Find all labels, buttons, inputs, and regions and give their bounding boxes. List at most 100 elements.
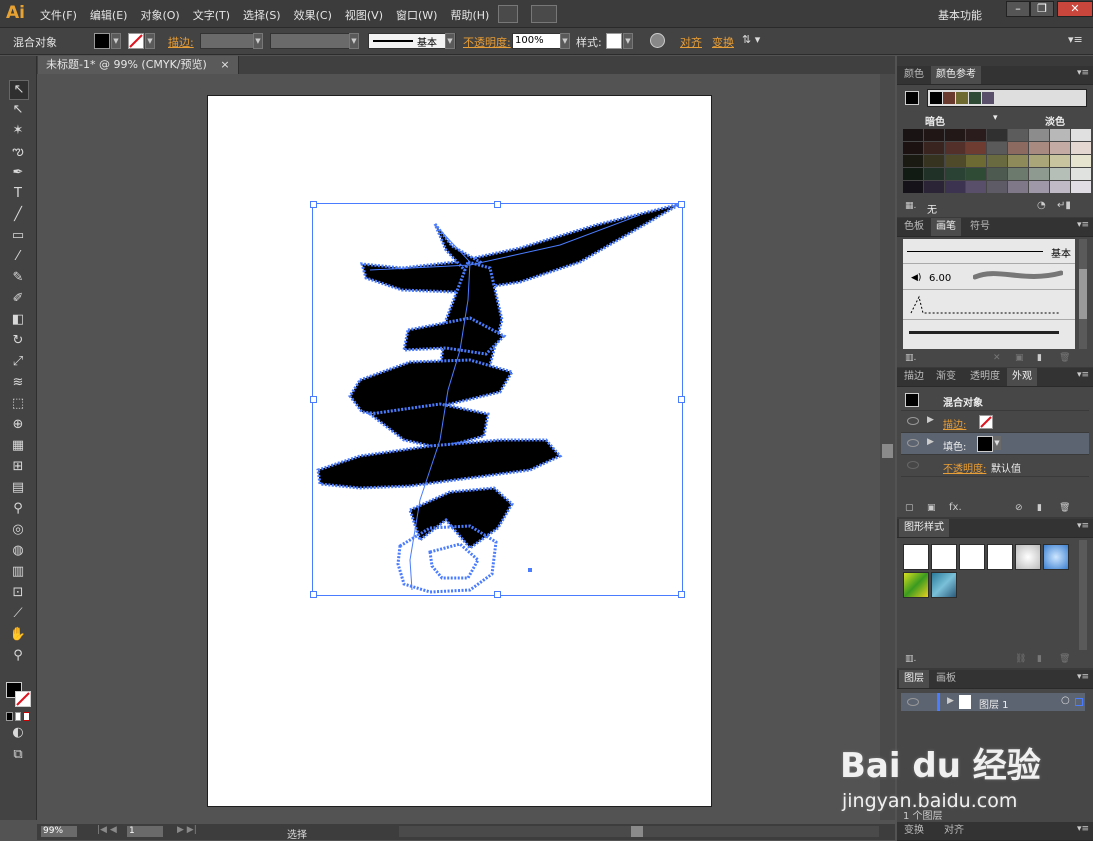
tab-gradient[interactable]: 渐变 — [931, 368, 961, 386]
tab-brushes[interactable]: 画笔 — [931, 218, 961, 236]
stroke-row-label[interactable]: 描边: — [943, 416, 966, 431]
zoom-field[interactable]: 99% — [41, 826, 77, 837]
panel-menu-icon[interactable]: ▾≡ — [1077, 220, 1089, 230]
fill-row-label: 填色: — [943, 442, 967, 453]
break-link-icon: ⛓ — [1015, 654, 1027, 664]
bbox-handle[interactable] — [494, 201, 501, 208]
opacity-row-label[interactable]: 不透明度: — [943, 460, 986, 475]
tab-color[interactable]: 颜色 — [899, 66, 929, 84]
minimize-button[interactable]: – — [1006, 1, 1030, 17]
tab-artboards[interactable]: 画板 — [931, 670, 961, 688]
panel-menu-icon[interactable]: ▾≡ — [1077, 521, 1089, 531]
styles-scrollbar[interactable] — [1079, 540, 1087, 650]
fill-black-swatch[interactable] — [977, 436, 993, 452]
restore-button[interactable]: ❐ — [1030, 1, 1054, 17]
bbox-handle[interactable] — [310, 591, 317, 598]
tab-transform[interactable]: 变换 — [899, 822, 929, 840]
expand-triangle-icon[interactable]: ▶ — [927, 437, 934, 447]
new-brush-icon[interactable]: ▮ — [1037, 353, 1042, 363]
tab-appearance[interactable]: 外观 — [1007, 368, 1037, 386]
visibility-eye-icon[interactable] — [907, 461, 919, 469]
new-style-icon: ▮ — [1037, 654, 1042, 664]
appearance-opacity-row[interactable]: 不透明度: 默认值 — [901, 455, 1089, 477]
save-color-group-icon[interactable]: ↵▮ — [1057, 200, 1071, 211]
style-library-icon[interactable]: ▥. — [905, 654, 916, 664]
graphic-style-blue-glow[interactable] — [1043, 544, 1069, 570]
graphic-style-none-stroke[interactable] — [931, 544, 957, 570]
tab-align[interactable]: 对齐 — [939, 822, 969, 840]
pattern-brush-preview — [910, 295, 1059, 314]
brush-panel-tabs: 色板 画笔 符号 ▾≡ — [897, 218, 1093, 237]
panel-menu-icon[interactable]: ▾≡ — [1077, 68, 1089, 78]
variation-dropdown-icon[interactable]: ▾ — [993, 113, 998, 123]
clear-appearance-icon[interactable]: ⊘ — [1015, 503, 1023, 513]
graphic-style-gray-glow[interactable] — [1015, 544, 1041, 570]
graphic-style-green-texture[interactable] — [903, 572, 929, 598]
selection-bounding-box[interactable] — [310, 201, 685, 598]
delete-item-icon[interactable]: 🗑 — [1059, 503, 1070, 513]
artboard-number-field[interactable]: 1 — [127, 826, 163, 837]
appearance-thumbnail — [905, 393, 919, 407]
right-panel-dock: 颜色 颜色参考 ▾≡ 暗色 ▾ 淡色 ▦. 无 ◔ ↵▮ 色板 画笔 符号 ▾≡… — [897, 56, 1093, 841]
layer-name[interactable]: 图层 1 — [979, 696, 1009, 711]
bbox-handle[interactable] — [494, 591, 501, 598]
color-variation-grid[interactable] — [903, 129, 1091, 193]
layer-row[interactable]: ▶ 图层 1 ○ — [901, 693, 1085, 711]
duplicate-item-icon[interactable]: ▮ — [1037, 503, 1042, 513]
panel-menu-icon[interactable]: ▾≡ — [1077, 370, 1089, 380]
harmony-rules-bar[interactable] — [927, 89, 1087, 107]
brush-library-icon[interactable]: ▥. — [905, 353, 916, 363]
brush-list-scrollbar[interactable] — [1079, 239, 1087, 349]
add-stroke-icon[interactable]: ▢ — [905, 503, 914, 513]
baidu-watermark: Bai du 经验 — [840, 746, 1041, 786]
vertical-scrollbar[interactable] — [880, 74, 895, 820]
visibility-eye-icon[interactable] — [907, 417, 919, 425]
horizontal-scrollbar[interactable] — [399, 826, 879, 837]
first-artboard-icon[interactable]: |◀ ◀ — [97, 825, 117, 835]
visibility-eye-icon[interactable] — [907, 698, 919, 706]
appearance-stroke-row[interactable]: ▶ 描边: — [901, 411, 1089, 433]
next-artboard-icon[interactable]: ▶ ▶| — [177, 825, 197, 835]
tab-color-guide[interactable]: 颜色参考 — [931, 66, 981, 84]
expand-triangle-icon[interactable]: ▶ — [947, 696, 954, 706]
light-label: 淡色 — [1045, 117, 1065, 128]
expand-triangle-icon[interactable]: ▶ — [927, 415, 934, 425]
graphic-style-blue-texture[interactable] — [931, 572, 957, 598]
swatch-library-icon[interactable]: ▦. — [905, 201, 916, 211]
tab-graphic-styles[interactable]: 图形样式 — [899, 519, 949, 537]
appearance-fill-row[interactable]: ▶ 填色: ▼ — [901, 433, 1089, 455]
brush-list[interactable]: 基本 ◀) 6.00 — [903, 239, 1075, 349]
fill-swatch-dropdown[interactable]: ▼ — [993, 436, 1001, 450]
bbox-handle[interactable] — [310, 396, 317, 403]
panel-menu-icon[interactable]: ▾≡ — [1077, 672, 1089, 682]
add-fill-icon[interactable]: ▣ — [927, 503, 936, 513]
edit-colors-icon[interactable]: ◔ — [1037, 200, 1046, 211]
current-tool-status[interactable]: 选择 — [287, 826, 307, 841]
close-button[interactable]: ✕ — [1057, 1, 1093, 17]
graphic-style-default[interactable] — [903, 544, 929, 570]
opacity-row-value: 默认值 — [991, 464, 1021, 475]
stroke-none-swatch[interactable] — [979, 415, 993, 429]
horizontal-scroll-thumb[interactable] — [631, 826, 643, 837]
bbox-handle[interactable] — [678, 396, 685, 403]
vertical-scroll-thumb[interactable] — [882, 444, 893, 458]
workspace-switcher[interactable]: 基本功能 — [938, 7, 982, 23]
tab-stroke[interactable]: 描边 — [899, 368, 929, 386]
visibility-eye-icon[interactable] — [907, 439, 919, 447]
tab-symbols[interactable]: 符号 — [965, 218, 995, 236]
control-panel-menu-icon[interactable]: ▾≡ — [1068, 33, 1083, 46]
bbox-handle[interactable] — [678, 201, 685, 208]
charcoal-brush-preview — [909, 331, 1059, 334]
tab-swatches[interactable]: 色板 — [899, 218, 929, 236]
tab-layers[interactable]: 图层 — [899, 670, 929, 688]
bbox-handle[interactable] — [310, 201, 317, 208]
selection-indicator[interactable] — [1075, 698, 1083, 706]
panel-menu-icon[interactable]: ▾≡ — [1077, 824, 1089, 834]
tab-transparency[interactable]: 透明度 — [965, 368, 1005, 386]
graphic-style-shadow[interactable] — [987, 544, 1013, 570]
bbox-handle[interactable] — [678, 591, 685, 598]
graphic-style-white[interactable] — [959, 544, 985, 570]
add-effect-icon[interactable]: fx. — [949, 502, 962, 513]
base-color-swatch[interactable] — [905, 91, 919, 105]
target-circle-icon[interactable]: ○ — [1061, 695, 1070, 706]
